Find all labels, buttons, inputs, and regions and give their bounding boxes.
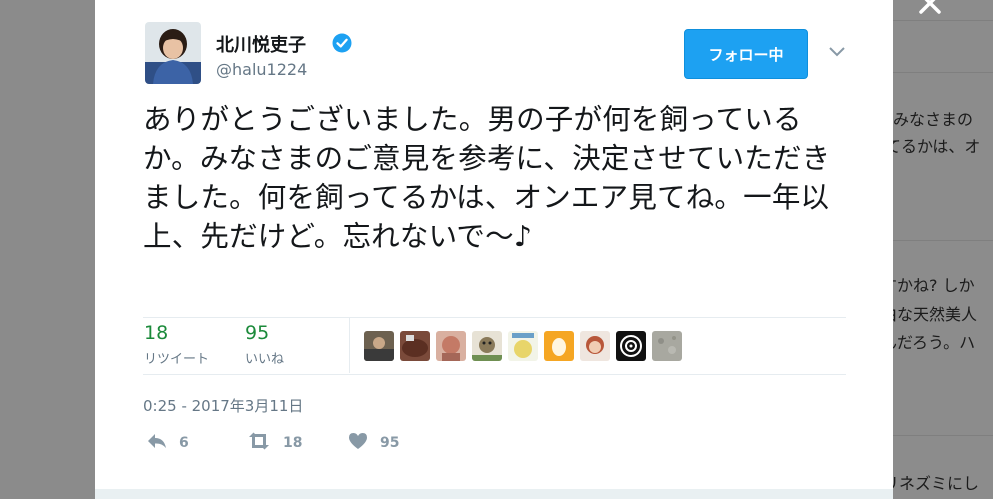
like-label[interactable]: いいね — [245, 348, 284, 367]
background-text: てるかは、オ — [893, 137, 981, 156]
background-text: んだろう。ハ — [893, 333, 976, 352]
liker-avatar[interactable] — [544, 331, 574, 361]
replies-section-edge — [95, 489, 893, 499]
stats-divider-bottom — [143, 374, 846, 375]
page-backdrop-left — [0, 0, 95, 499]
stats-separator — [349, 318, 350, 373]
stats-divider-top — [143, 317, 846, 318]
background-divider — [893, 435, 993, 436]
background-text: みなさまの — [893, 110, 974, 129]
liker-avatar[interactable] — [652, 331, 682, 361]
retweet-action-count: 18 — [283, 435, 303, 451]
background-text: 由な天然美人 — [893, 305, 978, 324]
liker-avatar[interactable] — [508, 331, 538, 361]
liker-avatars — [364, 331, 682, 361]
heart-icon — [348, 432, 368, 454]
like-action-count: 95 — [380, 435, 400, 451]
chevron-down-icon[interactable] — [828, 44, 846, 58]
reply-icon — [147, 432, 167, 454]
verified-icon — [332, 33, 352, 53]
close-icon[interactable] — [917, 0, 943, 18]
screen-name[interactable]: @halu1224 — [216, 60, 307, 79]
background-divider — [893, 72, 993, 73]
retweet-label[interactable]: リツイート — [144, 348, 209, 367]
liker-avatar[interactable] — [616, 331, 646, 361]
like-button[interactable]: 95 — [348, 432, 399, 454]
liker-avatar[interactable] — [400, 331, 430, 361]
retweet-button[interactable]: 18 — [247, 432, 302, 454]
page-backdrop-right: みなさまの てるかは、オ すかね? しか 由な天然美人 んだろう。ハ リネズミに… — [893, 0, 993, 499]
following-button[interactable]: フォロー中 — [684, 29, 808, 79]
avatar[interactable] — [145, 22, 201, 84]
reply-button[interactable]: 6 — [147, 432, 189, 454]
retweet-count[interactable]: 18 — [144, 322, 168, 344]
tweet-text: ありがとうございました。男の子が何を飼っているか。みなさまのご意見を参考に、決定… — [143, 103, 831, 253]
tweet-timestamp[interactable]: 0:25 - 2017年3月11日 — [143, 395, 303, 416]
liker-avatar[interactable] — [436, 331, 466, 361]
liker-avatar[interactable] — [472, 331, 502, 361]
author-name[interactable]: 北川悦吏子 — [216, 31, 306, 57]
background-text: すかね? しか — [893, 276, 975, 295]
liker-avatar[interactable] — [364, 331, 394, 361]
background-divider — [893, 240, 993, 241]
background-divider — [893, 20, 993, 21]
tweet-modal: 北川悦吏子 @halu1224 フォロー中 ありがとうございました。男の子が何を… — [95, 0, 893, 499]
background-text: リネズミにし — [893, 474, 980, 493]
retweet-icon — [247, 432, 271, 454]
reply-count: 6 — [179, 435, 189, 451]
like-count[interactable]: 95 — [245, 322, 269, 344]
liker-avatar[interactable] — [580, 331, 610, 361]
